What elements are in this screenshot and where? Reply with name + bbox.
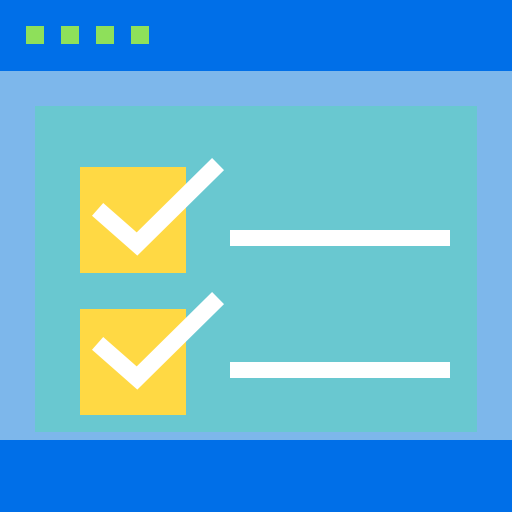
checklist-checkbox[interactable] [80,291,225,415]
checklist-item-line [230,362,450,378]
checkmark-icon [92,157,225,256]
checklist-panel [35,106,477,432]
browser-window [0,0,512,512]
checkmark-icon [92,291,225,390]
checklist-checkbox[interactable] [80,157,225,273]
window-dot-icon[interactable] [26,26,44,44]
window-dot-icon[interactable] [131,26,149,44]
footer-bar [0,440,512,512]
window-dot-icon[interactable] [61,26,79,44]
checklist-item-line [230,230,450,246]
window-controls [26,26,149,44]
window-dot-icon[interactable] [96,26,114,44]
title-bar [0,0,512,71]
